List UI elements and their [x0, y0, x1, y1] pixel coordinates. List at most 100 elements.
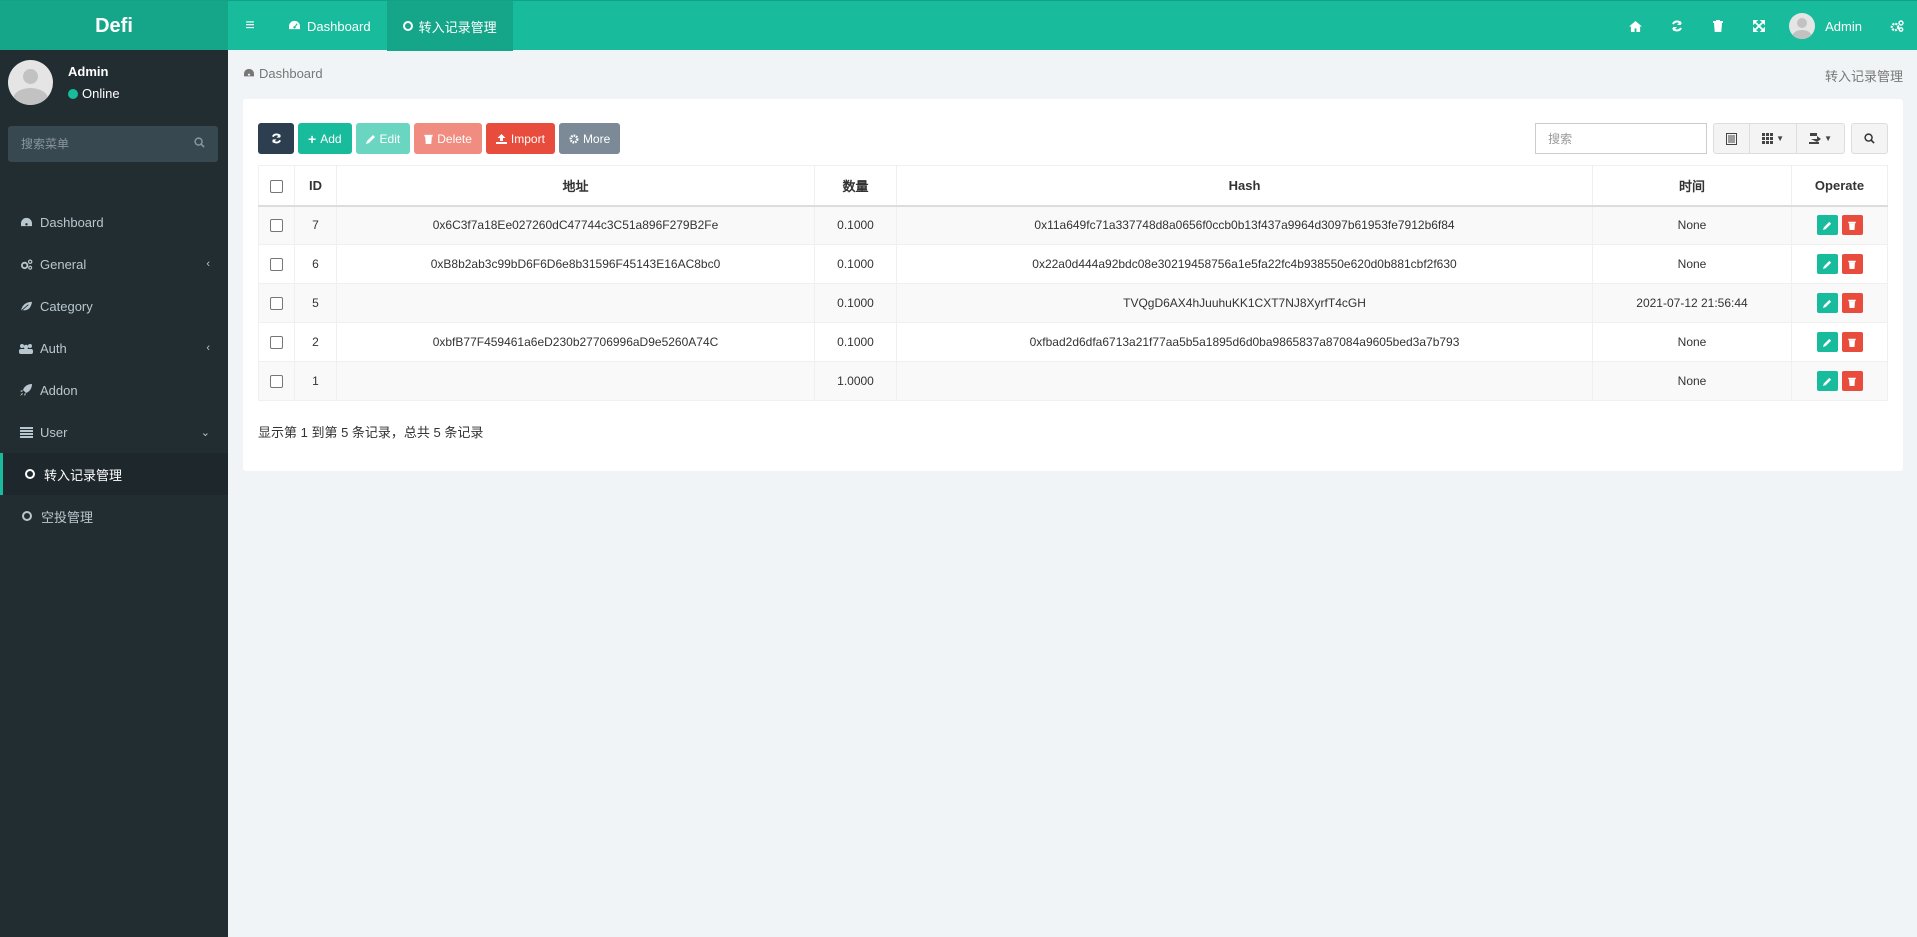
- toolbar: + Add Edit Delete Import More: [258, 123, 621, 154]
- refresh-icon: [271, 133, 281, 144]
- table-row: 1 1.0000 None: [258, 361, 1888, 401]
- tab-dashboard[interactable]: Dashboard: [272, 1, 387, 51]
- cell-time: None: [1592, 322, 1792, 362]
- trash-icon: [1848, 221, 1856, 230]
- row-delete-button[interactable]: [1841, 215, 1863, 236]
- row-checkbox[interactable]: [270, 297, 283, 311]
- sidebar-item-general[interactable]: General ‹: [0, 243, 228, 285]
- row-edit-button[interactable]: [1816, 371, 1838, 391]
- row-edit-button[interactable]: [1816, 215, 1838, 236]
- cell-address: [336, 361, 815, 401]
- row-delete-button[interactable]: [1841, 254, 1863, 274]
- row-edit-button[interactable]: [1816, 293, 1838, 313]
- row-select-cell: [258, 322, 295, 362]
- list-alt-icon: [1726, 132, 1738, 145]
- settings-button[interactable]: [1876, 1, 1917, 51]
- sidebar-search-input[interactable]: [21, 137, 194, 151]
- clear-cache-button[interactable]: [1697, 1, 1738, 51]
- sidebar-item-user[interactable]: User ⌄: [0, 411, 228, 453]
- sidebar-item-addon[interactable]: Addon: [0, 369, 228, 411]
- columns-button[interactable]: ▼: [1750, 124, 1798, 153]
- app-logo[interactable]: Defi: [0, 1, 228, 51]
- tab-transfer-records[interactable]: 转入记录管理: [386, 1, 513, 51]
- column-header-amount[interactable]: 数量: [814, 165, 897, 207]
- sidebar-item-label: Dashboard: [40, 214, 104, 230]
- cell-id: 6: [294, 244, 337, 284]
- cell-operate: [1791, 283, 1888, 323]
- row-delete-button[interactable]: [1841, 293, 1863, 313]
- add-button[interactable]: + Add: [298, 123, 352, 154]
- search-icon[interactable]: [194, 137, 205, 151]
- refresh-button[interactable]: [1656, 1, 1697, 51]
- refresh-icon: [1671, 20, 1682, 32]
- row-edit-button[interactable]: [1816, 332, 1838, 352]
- row-checkbox[interactable]: [270, 258, 283, 272]
- row-delete-button[interactable]: [1841, 371, 1863, 391]
- home-button[interactable]: [1615, 1, 1656, 51]
- cell-address: 0xB8b2ab3c99bD6F6D6e8b31596F45143E16AC8b…: [336, 244, 815, 284]
- select-all-checkbox[interactable]: [270, 179, 283, 193]
- edit-button[interactable]: Edit: [355, 123, 411, 154]
- cell-id: 2: [294, 322, 337, 362]
- column-header-time[interactable]: 时间: [1592, 165, 1792, 207]
- top-header: Defi ≡ Dashboard 转入记录管理 Admin: [0, 0, 1917, 51]
- gear-icon: [569, 134, 579, 143]
- user-menu[interactable]: Admin: [1779, 1, 1876, 51]
- main-content: Dashboard 转入记录管理 + Add Edit Delete Impor…: [228, 50, 1917, 937]
- more-button[interactable]: More: [558, 123, 621, 154]
- trash-icon: [1848, 338, 1856, 347]
- cell-time: None: [1592, 205, 1792, 245]
- row-delete-button[interactable]: [1841, 332, 1863, 352]
- sidebar-item-airdrop[interactable]: 空投管理: [0, 495, 228, 537]
- chevron-down-icon: ⌄: [200, 426, 210, 439]
- circle-icon: [22, 511, 32, 521]
- breadcrumb-dashboard-link[interactable]: Dashboard: [259, 66, 323, 81]
- dashboard-icon: [288, 19, 301, 34]
- sidebar-item-dashboard[interactable]: Dashboard: [0, 201, 228, 243]
- cell-operate: [1791, 244, 1888, 284]
- column-header-id[interactable]: ID: [294, 165, 337, 207]
- import-button[interactable]: Import: [485, 123, 555, 154]
- sidebar-toggle-button[interactable]: ≡: [228, 1, 272, 51]
- breadcrumb: Dashboard: [243, 66, 323, 81]
- table-search-input[interactable]: [1535, 123, 1708, 154]
- chevron-left-icon: ‹: [206, 342, 210, 354]
- dashboard-icon: [19, 217, 33, 228]
- sidebar-item-label: 空投管理: [41, 509, 94, 525]
- grid-icon: [1762, 133, 1774, 144]
- cell-id: 1: [294, 361, 337, 401]
- refresh-button[interactable]: [258, 123, 294, 154]
- row-select-cell: [258, 244, 295, 284]
- row-checkbox[interactable]: [270, 219, 283, 233]
- column-header-address[interactable]: 地址: [336, 165, 815, 207]
- row-checkbox[interactable]: [270, 375, 283, 389]
- cell-hash: [896, 361, 1593, 401]
- row-edit-button[interactable]: [1816, 254, 1838, 274]
- delete-button[interactable]: Delete: [414, 123, 482, 154]
- upload-icon: [495, 133, 507, 144]
- column-header-hash[interactable]: Hash: [896, 165, 1593, 207]
- cell-operate: [1791, 322, 1888, 362]
- rocket-icon: [19, 384, 33, 396]
- fullscreen-button[interactable]: [1738, 1, 1779, 51]
- cell-hash: 0x11a649fc71a337748d8a0656f0ccb0b13f437a…: [896, 205, 1593, 245]
- sidebar-item-auth[interactable]: Auth ‹: [0, 327, 228, 369]
- status-label: Online: [82, 86, 120, 101]
- cell-time: 2021-07-12 21:56:44: [1592, 283, 1792, 323]
- edit-label: Edit: [379, 131, 401, 146]
- row-checkbox[interactable]: [270, 336, 283, 350]
- export-button[interactable]: ▼: [1797, 124, 1844, 153]
- cell-time: None: [1592, 244, 1792, 284]
- sidebar-menu: Dashboard General ‹ Category Auth ‹ Addo…: [0, 201, 228, 537]
- cell-operate: [1791, 361, 1888, 401]
- export-icon: [1809, 133, 1822, 144]
- sidebar-item-label: Auth: [40, 340, 67, 356]
- chevron-left-icon: ‹: [206, 258, 210, 270]
- avatar: [8, 60, 53, 105]
- toggle-view-button[interactable]: [1714, 124, 1751, 153]
- trash-icon: [1848, 299, 1856, 308]
- sidebar-item-category[interactable]: Category: [0, 285, 228, 327]
- advanced-search-button[interactable]: [1851, 123, 1888, 154]
- sidebar-item-transfer-records[interactable]: 转入记录管理: [0, 453, 228, 495]
- list-icon: [19, 426, 33, 438]
